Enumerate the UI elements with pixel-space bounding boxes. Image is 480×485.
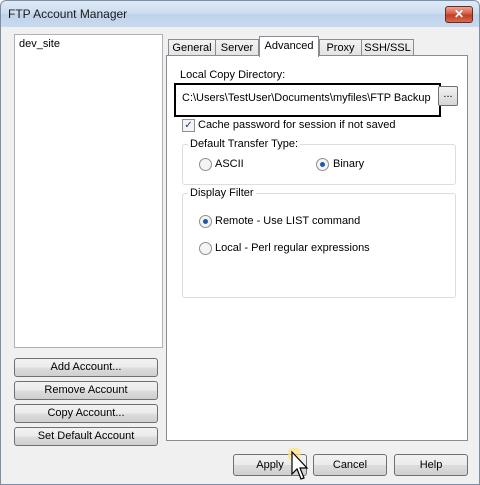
transfer-type-title: Default Transfer Type:	[188, 138, 301, 150]
add-account-button[interactable]: Add Account...	[14, 358, 158, 377]
local-copy-directory-label: Local Copy Directory:	[180, 69, 286, 81]
ascii-radio[interactable]	[199, 158, 212, 171]
copy-account-button[interactable]: Copy Account...	[14, 404, 158, 423]
remote-list-radio[interactable]	[199, 215, 212, 228]
remote-list-label: Remote - Use LIST command	[215, 215, 361, 227]
local-perl-radio[interactable]	[199, 242, 212, 255]
window-title: FTP Account Manager	[8, 7, 128, 21]
account-item-dev-site[interactable]: dev_site	[19, 38, 60, 50]
advanced-tab-panel: Local Copy Directory: C:\Users\TestUser\…	[166, 55, 468, 441]
account-list[interactable]: dev_site	[14, 34, 163, 348]
tab-ssh-ssl[interactable]: SSH/SSL	[361, 39, 414, 56]
cache-password-checkbox[interactable]: ✓	[182, 119, 195, 132]
set-default-account-button[interactable]: Set Default Account	[14, 427, 158, 446]
binary-label: Binary	[333, 158, 365, 170]
local-copy-directory-input[interactable]: C:\Users\TestUser\Documents\myfiles\FTP …	[174, 83, 441, 117]
local-perl-label: Local - Perl regular expressions	[215, 242, 370, 254]
binary-radio[interactable]	[316, 158, 329, 171]
tab-general[interactable]: General	[168, 39, 216, 56]
help-button[interactable]: Help	[394, 454, 468, 476]
cancel-button[interactable]: Cancel	[313, 454, 387, 476]
browse-button[interactable]: ...	[438, 86, 458, 106]
tab-proxy[interactable]: Proxy	[319, 39, 362, 56]
cache-password-label: Cache password for session if not saved	[198, 119, 396, 131]
dialog-client-area: dev_site Add Account... Remove Account C…	[6, 28, 473, 478]
remove-account-button[interactable]: Remove Account	[14, 381, 158, 400]
tab-server[interactable]: Server	[215, 39, 259, 56]
ftp-account-manager-window: FTP Account Manager ✕ dev_site Add Accou…	[0, 0, 480, 485]
display-filter-title: Display Filter	[188, 187, 256, 199]
title-bar[interactable]: FTP Account Manager ✕	[1, 1, 479, 27]
tab-advanced[interactable]: Advanced	[259, 36, 319, 57]
local-copy-directory-value: C:\Users\TestUser\Documents\myfiles\FTP …	[182, 92, 431, 104]
ascii-label: ASCII	[215, 158, 244, 170]
mouse-cursor-icon	[288, 448, 309, 480]
close-button[interactable]: ✕	[445, 6, 473, 23]
